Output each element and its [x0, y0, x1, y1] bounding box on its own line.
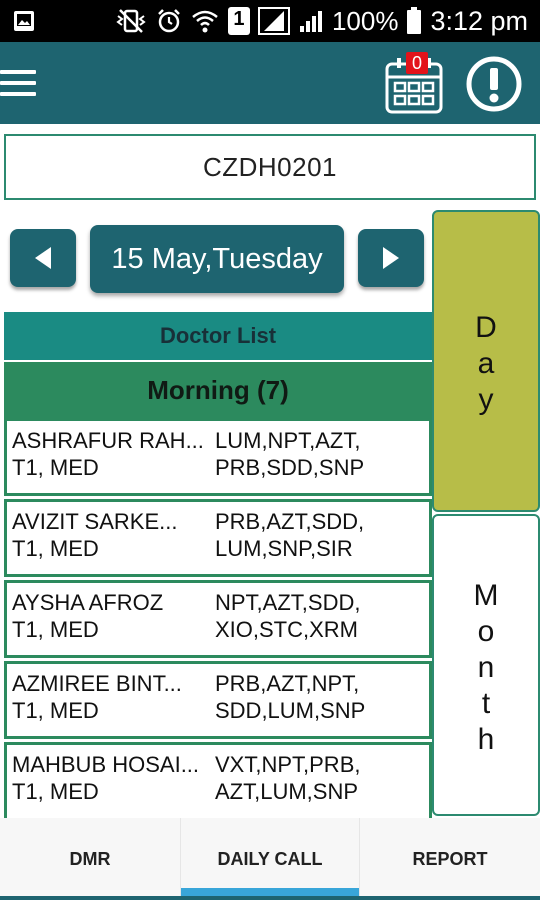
day-view-label: Day — [475, 311, 497, 416]
current-date-label: 15 May,Tuesday — [111, 242, 323, 275]
doctor-name: ASHRAFUR RAH... — [12, 428, 204, 453]
vibrate-mute-icon — [114, 8, 148, 34]
calendar-badge: 0 — [406, 52, 428, 74]
tab-report[interactable]: REPORT — [360, 818, 540, 900]
doctor-products: PRB,SDD,SNP — [215, 455, 365, 480]
doctor-category: T1, MED — [12, 455, 99, 480]
doctor-products: SDD,LUM,SNP — [215, 698, 366, 723]
doctor-products: PRB,AZT,SDD, — [215, 509, 365, 534]
doctor-products: LUM,SNP,SIR — [215, 536, 353, 561]
doctor-name: AVIZIT SARKE... — [12, 509, 178, 534]
previous-date-button[interactable] — [10, 229, 76, 287]
alarm-icon — [156, 8, 182, 34]
calendar-button[interactable]: 0 — [384, 50, 444, 116]
doctor-category: T1, MED — [12, 536, 99, 561]
doctor-row[interactable]: AVIZIT SARKE... T1, MED PRB,AZT,SDD, LUM,S… — [4, 499, 432, 577]
sim-icon: 1 — [227, 7, 250, 35]
doctor-list-header: Doctor List — [4, 312, 432, 360]
doctor-products: PRB,AZT,NPT, — [215, 671, 360, 696]
app-bar: 0 — [0, 42, 540, 124]
arrow-left-icon — [35, 247, 51, 269]
doctor-name: AZMIREE BINT... — [12, 671, 182, 696]
doctor-products: XIO,STC,XRM — [215, 617, 359, 642]
clock: 3:12 pm — [430, 5, 528, 36]
doctor-category: T1, MED — [12, 617, 99, 642]
signal-icon — [257, 7, 290, 35]
morning-section-header[interactable]: Morning (7) — [4, 362, 432, 418]
wifi-icon — [190, 8, 220, 34]
doctor-products: AZT,LUM,SNP — [215, 779, 359, 804]
doctor-name: AYSHA AFROZ — [12, 590, 164, 615]
menu-icon[interactable] — [0, 68, 40, 98]
battery-icon — [406, 7, 422, 35]
doctor-category: T1, MED — [12, 698, 99, 723]
current-date-button[interactable]: 15 May,Tuesday — [90, 225, 344, 293]
doctor-products: VXT,NPT,PRB, — [215, 752, 361, 777]
territory-code-value: CZDH0201 — [202, 151, 338, 182]
doctor-row[interactable]: MAHBUB HOSAI... T1, MED VXT,NPT,PRB, AZT,L… — [4, 742, 432, 818]
doctor-products: NPT,AZT,SDD, — [215, 590, 361, 615]
doctor-category: T1, MED — [12, 779, 99, 804]
bottom-divider — [0, 896, 540, 900]
next-date-button[interactable] — [358, 229, 424, 287]
active-tab-indicator — [181, 888, 359, 896]
doctor-row[interactable]: AZMIREE BINT... T1, MED PRB,AZT,NPT, SDD,L… — [4, 661, 432, 739]
status-bar: 1 100% 3:12 pm — [0, 0, 540, 42]
doctor-row[interactable]: ASHRAFUR RAH... T1, MED LUM,NPT,AZT, PRB,S… — [4, 418, 432, 496]
gallery-icon — [12, 9, 36, 33]
doctor-products: LUM,NPT,AZT, — [215, 428, 361, 453]
arrow-right-icon — [383, 247, 399, 269]
battery-percent: 100% — [331, 5, 399, 36]
month-view-label: Month — [473, 579, 499, 756]
tab-dmr[interactable]: DMR — [0, 818, 180, 900]
day-view-button[interactable]: Day — [432, 210, 540, 512]
alert-icon[interactable] — [464, 54, 524, 114]
month-view-button[interactable]: Month — [432, 514, 540, 816]
doctor-name: MAHBUB HOSAI... — [12, 752, 200, 777]
signal-icon-2 — [298, 8, 324, 34]
territory-code-field[interactable]: CZDH0201 — [4, 134, 536, 200]
doctor-row[interactable]: AYSHA AFROZ T1, MED NPT,AZT,SDD, XIO,STC,X… — [4, 580, 432, 658]
